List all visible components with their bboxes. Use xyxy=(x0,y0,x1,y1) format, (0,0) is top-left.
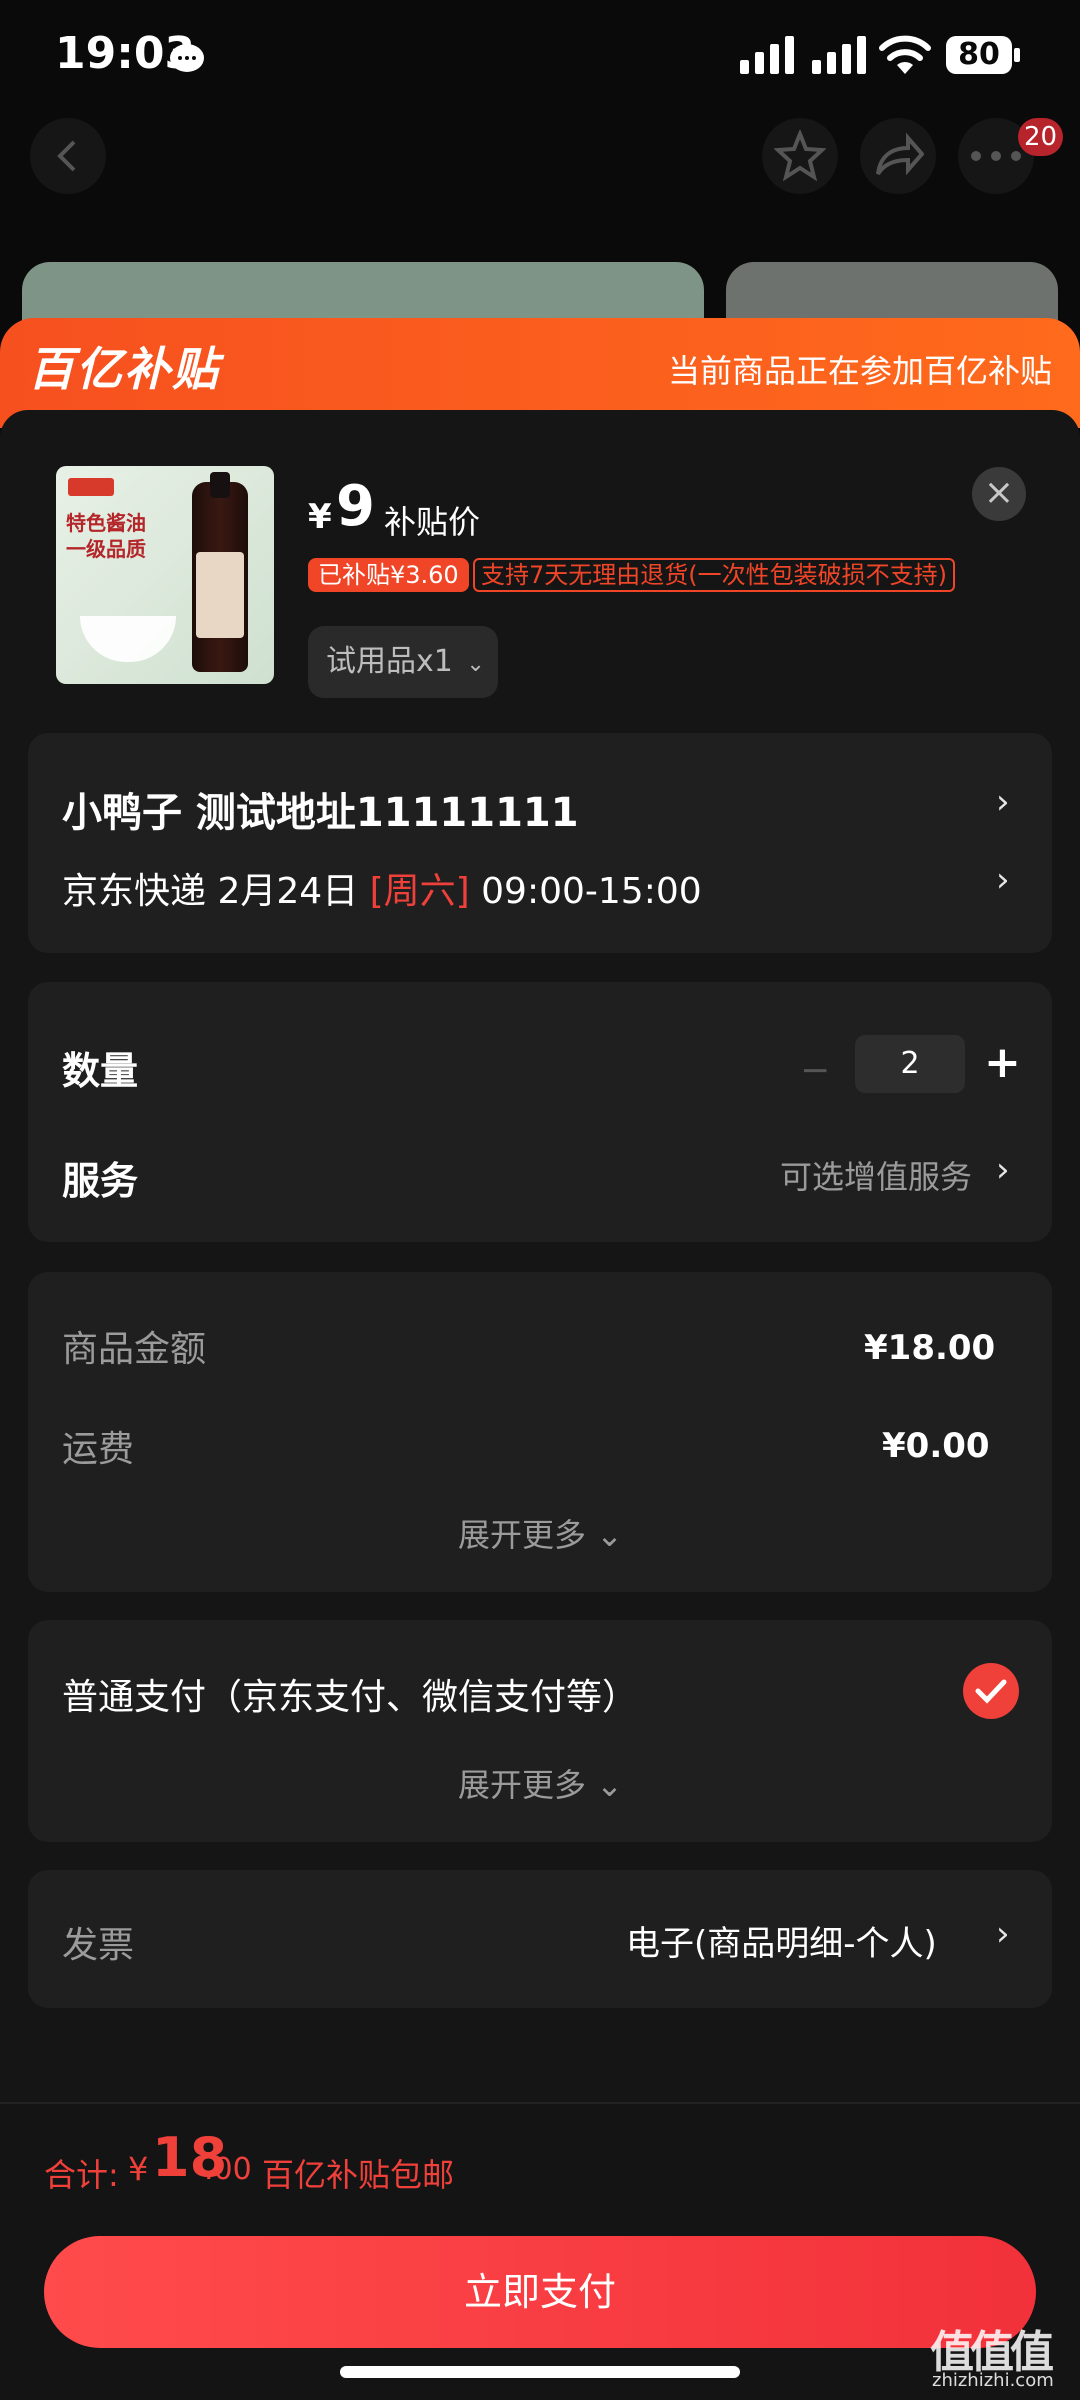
shipping-value: ¥0.00 xyxy=(882,1426,990,1466)
payment-method[interactable]: 普通支付（京东支付、微信支付等） xyxy=(62,1668,638,1720)
status-bar: 19:03 80 xyxy=(0,0,1080,115)
battery-indicator: 80 xyxy=(946,36,1012,74)
goods-amount-value: ¥18.00 xyxy=(864,1328,996,1368)
pay-now-button[interactable]: 立即支付 xyxy=(44,2236,1036,2348)
total-note: 百亿补贴包邮 xyxy=(262,2156,455,2194)
product-image-text: 特色酱油 一级品质 xyxy=(66,511,146,561)
total-currency: ¥ xyxy=(128,2150,149,2188)
back-button[interactable] xyxy=(30,118,106,194)
chevron-right-icon: › xyxy=(996,1150,1010,1190)
battery-cap xyxy=(1014,48,1020,62)
quantity-value[interactable]: 2 xyxy=(855,1035,965,1093)
delivery-prefix: 京东快递 2月24日 xyxy=(62,871,370,912)
quantity-label: 数量 xyxy=(62,1049,139,1093)
brand-logo xyxy=(68,478,114,496)
payment-card xyxy=(28,1620,1052,1842)
variant-label: 试用品x1 xyxy=(326,644,453,679)
bowl-graphic xyxy=(80,616,176,662)
product-price: 9 xyxy=(336,474,375,539)
address-card[interactable] xyxy=(28,733,1052,953)
chevron-down-icon: ⌄ xyxy=(466,652,485,677)
chevron-right-icon: › xyxy=(996,860,1010,900)
bottle-graphic xyxy=(192,472,248,672)
back-icon xyxy=(57,140,76,172)
shipping-label: 运费 xyxy=(62,1429,135,1470)
delivery-time: 09:00-15:00 xyxy=(469,871,702,912)
close-icon: × xyxy=(983,472,1015,513)
subsidy-tag: 已补贴¥3.60 xyxy=(308,558,469,592)
service-value[interactable]: 可选增值服务 xyxy=(780,1152,972,1198)
options-card xyxy=(28,982,1052,1242)
payment-expand-button[interactable]: 展开更多 ⌄ xyxy=(458,1760,623,1806)
notification-badge: 20 xyxy=(1018,118,1064,156)
delivery-line[interactable]: 京东快递 2月24日 [周六] 09:00-15:00 xyxy=(62,862,702,914)
cellular-signal-2-icon xyxy=(812,34,866,74)
quantity-decrease-button[interactable]: − xyxy=(800,1050,830,1091)
chevron-right-icon: › xyxy=(996,782,1010,822)
chevron-right-icon: › xyxy=(996,1914,1010,1954)
price-currency: ¥ xyxy=(308,497,332,537)
payment-selected-check[interactable] xyxy=(963,1663,1019,1719)
check-icon xyxy=(975,1679,1007,1704)
favorite-button[interactable] xyxy=(762,118,838,194)
return-policy-tag: 支持7天无理由退货(一次性包装破损不支持) xyxy=(473,558,955,592)
product-image: 特色酱油 一级品质 xyxy=(56,466,274,684)
invoice-value: 电子(商品明细-个人) xyxy=(626,1924,937,1964)
address-line: 小鸭子 测试地址11111111 xyxy=(62,790,579,836)
delivery-day: [周六] xyxy=(369,871,470,912)
invoice-label: 发票 xyxy=(62,1925,135,1966)
close-button[interactable]: × xyxy=(972,467,1026,521)
home-indicator[interactable] xyxy=(340,2366,740,2378)
service-label: 服务 xyxy=(62,1159,139,1203)
wifi-icon xyxy=(879,35,931,74)
total-label: 合计: xyxy=(44,2156,119,2194)
chat-notification-icon xyxy=(170,44,204,72)
price-label: 补贴价 xyxy=(384,503,481,541)
star-icon xyxy=(774,130,826,182)
expand-more-button[interactable]: 展开更多 ⌄ xyxy=(458,1510,623,1556)
share-icon xyxy=(876,132,924,176)
cellular-signal-icon xyxy=(740,34,794,74)
variant-selector[interactable]: 试用品x1 ⌄ xyxy=(308,626,498,698)
goods-amount-label: 商品金额 xyxy=(62,1329,207,1370)
banner-title: 百亿补贴 xyxy=(28,342,220,396)
total-decimal: .00 xyxy=(204,2152,252,2187)
more-icon xyxy=(971,151,1021,161)
banner-note: 当前商品正在参加百亿补贴 xyxy=(667,352,1052,390)
share-button[interactable] xyxy=(860,118,936,194)
quantity-increase-button[interactable]: + xyxy=(984,1037,1021,1088)
watermark-url: zhizhizhi.com xyxy=(932,2370,1054,2391)
